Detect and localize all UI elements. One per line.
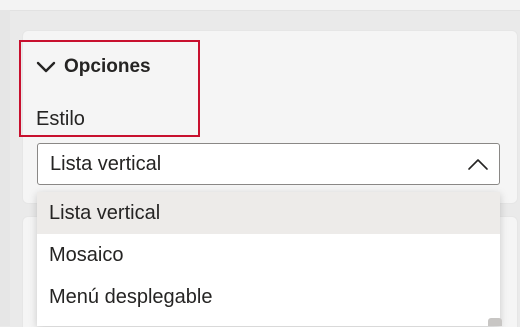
option-mosaico[interactable]: Mosaico: [37, 234, 500, 276]
options-section-header[interactable]: Opciones: [36, 56, 151, 78]
style-dropdown-list: Lista vertical Mosaico Menú desplegable: [37, 192, 500, 326]
pane-left-rail: [0, 10, 10, 326]
scrollbar-thumb[interactable]: [488, 318, 502, 326]
style-label: Estilo: [36, 108, 85, 130]
section-title: Opciones: [64, 56, 151, 77]
style-select[interactable]: Lista vertical: [37, 143, 500, 185]
pane-top-strip: [0, 0, 520, 11]
chevron-down-icon: [36, 60, 56, 74]
chevron-up-icon: [467, 154, 489, 180]
option-menu-desplegable[interactable]: Menú desplegable: [37, 276, 500, 318]
option-lista-vertical[interactable]: Lista vertical: [37, 192, 500, 234]
style-select-value: Lista vertical: [50, 152, 162, 175]
